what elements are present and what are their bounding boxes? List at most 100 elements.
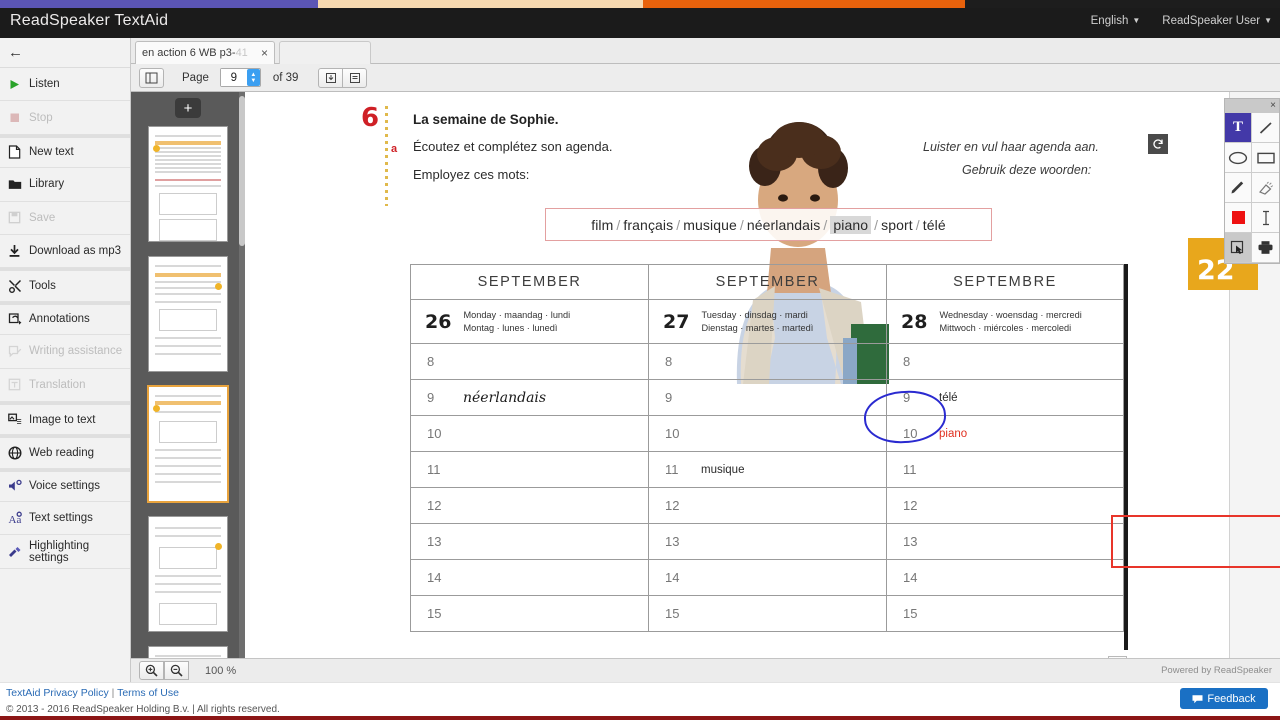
wordbank-word[interactable]: film	[591, 217, 613, 233]
palette-titlebar[interactable]: ×	[1225, 99, 1279, 113]
new-document-icon	[7, 145, 22, 160]
wordbank-separator: /	[616, 216, 621, 233]
sidebar-item-image-to-text[interactable]: Image to text	[0, 401, 130, 436]
privacy-policy-link[interactable]: TextAid Privacy Policy	[6, 687, 109, 699]
close-icon[interactable]: ×	[255, 46, 268, 60]
page-label: Page	[182, 71, 209, 84]
select-tool[interactable]	[1225, 233, 1252, 263]
ellipse-tool[interactable]	[1225, 143, 1252, 173]
save-document-button[interactable]	[318, 67, 344, 88]
agenda-hour-cell[interactable]: 10 piano	[886, 416, 1124, 452]
sidebar-item-listen[interactable]: Listen	[0, 68, 130, 102]
sidebar-back-button[interactable]: ←	[0, 38, 130, 68]
writing-assistance-icon	[7, 344, 22, 359]
close-icon[interactable]: ×	[1270, 99, 1276, 113]
wordbank-word[interactable]: français	[623, 217, 673, 233]
agenda-hour-cell[interactable]: 13	[410, 524, 648, 560]
agenda-entry[interactable]: piano	[939, 428, 967, 440]
agenda-entry[interactable]: télé	[939, 392, 958, 404]
thumbnail-page[interactable]	[147, 385, 229, 503]
agenda-hour-cell[interactable]: 14	[648, 560, 886, 596]
agenda-entry[interactable]: néerlandais	[463, 390, 546, 406]
sidebar-item-download-as-mp3[interactable]: Download as mp3	[0, 234, 130, 269]
sidebar-item-web-reading[interactable]: Web reading	[0, 435, 130, 469]
user-menu[interactable]: ReadSpeaker User ▼	[1162, 15, 1272, 27]
agenda-hour-label: 12	[903, 498, 918, 513]
text-settings-icon: Aa	[7, 511, 22, 526]
sidebar-item-annotations[interactable]: Annotations	[0, 301, 130, 336]
exercise-instruction-line1: Écoutez et complétez son agenda.	[413, 139, 613, 154]
agenda-hour-label: 14	[427, 570, 442, 585]
agenda-hour-cell[interactable]: 9	[648, 380, 886, 416]
feedback-button[interactable]: Feedback	[1180, 688, 1268, 709]
agenda-hour-cell[interactable]: 14	[886, 560, 1124, 596]
page-spinner[interactable]: ▲ ▼	[246, 69, 260, 86]
pen-tool[interactable]	[1225, 173, 1252, 203]
exercise-instruction-line2: Employez ces mots:	[413, 167, 530, 182]
agenda-hour-cell[interactable]: 15	[886, 596, 1124, 632]
agenda-month-cell: SEPTEMBER	[648, 264, 886, 300]
agenda-hour-cell[interactable]: 9 télé	[886, 380, 1124, 416]
language-selector[interactable]: English ▼	[1091, 15, 1141, 27]
agenda-hour-label: 9	[665, 390, 673, 405]
thumbnail-page[interactable]	[148, 646, 228, 658]
agenda-hour-cell[interactable]: 12	[410, 488, 648, 524]
agenda-hour-cell[interactable]: 11	[886, 452, 1124, 488]
sidebar-item-label: Highlighting settings	[29, 539, 90, 564]
line-tool[interactable]	[1252, 113, 1279, 143]
agenda-hour-cell[interactable]: 11	[410, 452, 648, 488]
wordbank-word[interactable]: musique	[683, 217, 737, 233]
wordbank-word[interactable]: sport	[881, 217, 913, 233]
text-tool[interactable]: T	[1225, 113, 1252, 143]
agenda-hour-cell[interactable]: 9 néerlandais	[410, 380, 648, 416]
print-tool[interactable]	[1252, 233, 1279, 263]
agenda-hour-cell[interactable]: 14	[410, 560, 648, 596]
terms-of-use-link[interactable]: Terms of Use	[117, 687, 179, 699]
agenda-day-cell: 26 Monday · maandag · lundi Montag · lunes…	[410, 300, 648, 344]
eraser-tool[interactable]	[1252, 173, 1279, 203]
zoom-in-button[interactable]	[139, 661, 164, 680]
agenda-hour-cell[interactable]: 8	[410, 344, 648, 380]
wordbank-word[interactable]: néerlandais	[747, 217, 821, 233]
page-number-input[interactable]	[220, 69, 247, 86]
sidebar-item-highlighting-settings[interactable]: Highlighting settings	[0, 535, 130, 569]
thumbnail-page[interactable]	[148, 126, 228, 242]
toggle-thumbnails-button[interactable]	[139, 67, 164, 88]
text-cursor-tool[interactable]	[1252, 203, 1279, 233]
speech-bubble-icon	[1192, 694, 1203, 703]
sidebar-item-voice-settings[interactable]: Voice settings	[0, 468, 130, 503]
sidebar-item-library[interactable]: Library	[0, 168, 130, 202]
wordbank-word[interactable]: piano	[830, 215, 872, 234]
agenda-hour-cell[interactable]: 13	[886, 524, 1124, 560]
agenda-hour-cell[interactable]: 11 musique	[648, 452, 886, 488]
agenda-hour-cell[interactable]: 10	[410, 416, 648, 452]
thumbnail-page[interactable]	[148, 256, 228, 372]
agenda-hour-cell[interactable]: 8	[648, 344, 886, 380]
color-swatch-red[interactable]	[1225, 203, 1252, 233]
document-view-button[interactable]	[342, 67, 368, 88]
agenda-hour-cell[interactable]: 12	[886, 488, 1124, 524]
document-tab[interactable]: en action 6 WB p3-41 ×	[135, 41, 275, 64]
agenda-hour-cell[interactable]: 15	[410, 596, 648, 632]
new-tab-slot[interactable]	[279, 41, 371, 64]
add-page-button[interactable]: +	[175, 98, 201, 118]
language-label: English	[1090, 15, 1129, 27]
wordbank-separator: /	[676, 216, 681, 233]
agenda-hour-cell[interactable]: 10	[648, 416, 886, 452]
sidebar-item-text-settings[interactable]: Aa Text settings	[0, 502, 130, 536]
page-number-stepper[interactable]: ▲▼	[219, 68, 261, 87]
agenda-hour-cell[interactable]: 13	[648, 524, 886, 560]
thumbnail-page[interactable]	[148, 516, 228, 632]
agenda-hour-cell[interactable]: 8	[886, 344, 1124, 380]
agenda-entry[interactable]: musique	[701, 464, 744, 476]
zoom-out-button[interactable]	[164, 661, 189, 680]
annotation-rect-piano[interactable]	[1111, 515, 1280, 568]
agenda-hour-cell[interactable]: 15	[648, 596, 886, 632]
sidebar-item-label: Voice settings	[29, 480, 100, 493]
rectangle-tool[interactable]	[1252, 143, 1279, 173]
agenda-hour-cell[interactable]: 12	[648, 488, 886, 524]
sidebar-item-new-text[interactable]: New text	[0, 134, 130, 169]
agenda-month-cell: SEPTEMBER	[410, 264, 648, 300]
sidebar-item-tools[interactable]: Tools	[0, 268, 130, 302]
wordbank-word[interactable]: télé	[923, 217, 946, 233]
